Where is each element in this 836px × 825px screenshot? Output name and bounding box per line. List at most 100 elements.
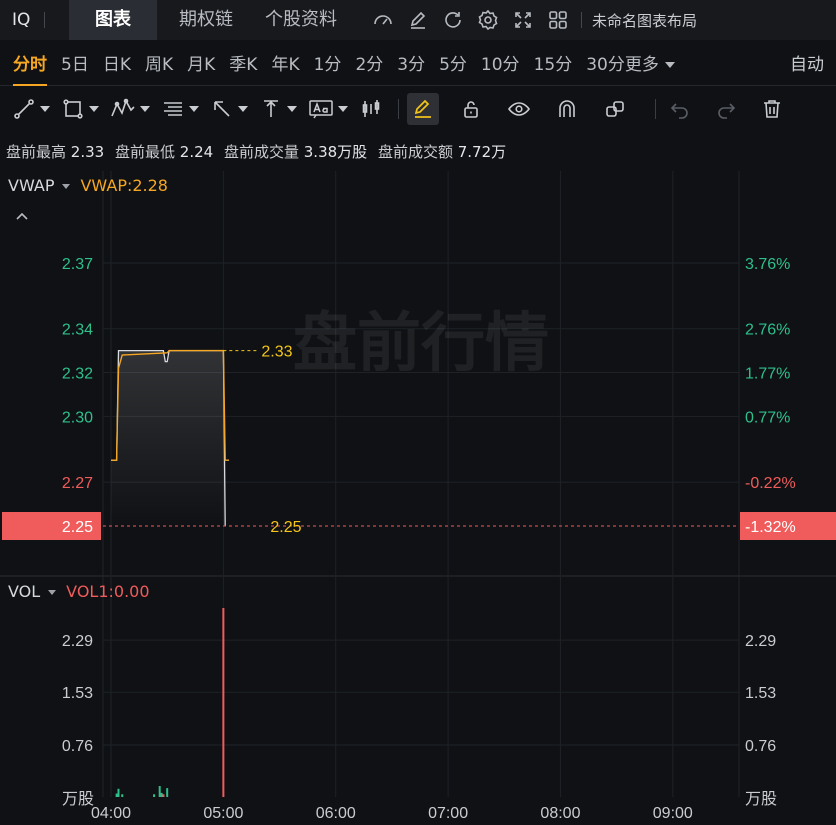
period-tab-year[interactable]: 年K — [264, 50, 306, 75]
layout-name[interactable]: 未命名图表布局 — [592, 10, 697, 31]
y-tick-label: 2.34 — [62, 322, 93, 339]
current-pct-value: -1.32% — [745, 519, 796, 536]
period-tab-3m[interactable]: 3分 — [390, 50, 432, 75]
chevron-down-icon — [238, 106, 248, 112]
pattern-tool-icon — [111, 98, 135, 117]
period-bar: 分时 5日 日K 周K 月K 季K 年K 1分 2分 3分 5分 10分 15分… — [0, 40, 836, 86]
stat-label: 盘前成交量 — [223, 143, 299, 161]
period-tab-quarter[interactable]: 季K — [222, 50, 264, 75]
pencil-button[interactable] — [407, 93, 439, 125]
volume-unit-label: 万股 — [62, 789, 94, 808]
price-indicator-legend[interactable]: VWAP VWAP:2.28 — [8, 176, 168, 195]
stat-label: 盘前成交额 — [377, 143, 453, 161]
pct-tick-label: 0.77% — [745, 409, 790, 426]
period-tab-day[interactable]: 日K — [96, 50, 138, 75]
volume-bar — [117, 788, 120, 797]
volume-tick-label-right: 2.29 — [745, 633, 776, 650]
magnet-icon — [559, 100, 575, 117]
x-tick-label: 07:00 — [428, 805, 468, 822]
y-tick-label: 2.27 — [62, 475, 93, 492]
visibility-button[interactable] — [503, 93, 535, 125]
x-tick-label: 09:00 — [653, 805, 693, 822]
auto-scale-button[interactable]: 自动 — [790, 50, 824, 75]
pct-tick-label: 2.76% — [745, 322, 790, 339]
volume-bar — [153, 794, 156, 797]
premarket-stats: 盘前最高 2.33 盘前最低 2.24 盘前成交量 3.38万股 盘前成交额 7… — [6, 141, 512, 162]
stat-value: 3.38万股 — [303, 143, 368, 161]
intraday-chart[interactable]: 04:00 05:00 06:00 07:00 08:00 09:00 2.37 3.76% 2… — [0, 170, 836, 825]
symbol-label[interactable]: IQ — [0, 10, 44, 30]
undo-button[interactable] — [664, 93, 696, 125]
tab-chart[interactable]: 图表 — [69, 0, 157, 40]
volume-bar — [166, 788, 169, 797]
undo-icon — [670, 103, 688, 119]
fullscreen-icon[interactable] — [505, 0, 540, 40]
redo-button[interactable] — [710, 93, 742, 125]
chevron-down-icon — [664, 62, 675, 68]
chevron-down-icon — [62, 184, 71, 189]
collapse-icon[interactable] — [14, 208, 30, 224]
line-tool[interactable] — [12, 93, 50, 125]
volume-tick-label: 0.76 — [62, 738, 93, 755]
indicator-icon[interactable] — [365, 0, 400, 40]
volume-bar — [162, 794, 165, 797]
magnet-button[interactable] — [551, 93, 583, 125]
stat-value: 7.72万 — [457, 143, 507, 161]
rectangle-tool[interactable] — [61, 93, 99, 125]
volume-value: VOL1:0.00 — [66, 582, 150, 601]
period-tab-week[interactable]: 周K — [138, 50, 180, 75]
high-price-label: 2.33 — [261, 344, 292, 361]
link-icon — [606, 101, 624, 117]
period-tab-30m[interactable]: 30分 — [579, 50, 625, 75]
period-tab-intraday[interactable]: 分时 — [6, 50, 54, 86]
settings-icon[interactable] — [470, 0, 505, 40]
volume-bar — [160, 792, 163, 797]
more-label: 更多 — [624, 55, 659, 75]
period-tab-2m[interactable]: 2分 — [348, 50, 390, 75]
bar-tool-icon — [362, 100, 380, 117]
divider — [655, 99, 656, 119]
refresh-icon[interactable] — [435, 0, 470, 40]
link-button[interactable] — [599, 93, 631, 125]
volume-bar — [121, 794, 124, 797]
fibonacci-tool[interactable] — [161, 93, 199, 125]
pattern-tool[interactable] — [110, 93, 150, 125]
period-tab-15m[interactable]: 15分 — [527, 50, 580, 75]
watermark: 盘前行情 — [293, 307, 549, 381]
y-tick-label: 2.30 — [62, 409, 93, 426]
period-tab-10m[interactable]: 10分 — [474, 50, 527, 75]
current-price-value: 2.25 — [62, 519, 93, 536]
x-tick-label: 04:00 — [91, 805, 131, 822]
period-tab-1m[interactable]: 1分 — [307, 50, 349, 75]
chevron-down-icon — [40, 106, 50, 112]
volume-indicator-legend[interactable]: VOL VOL1:0.00 — [8, 582, 150, 601]
tab-option-chain[interactable]: 期权链 — [157, 0, 255, 40]
x-tick-label: 08:00 — [540, 805, 580, 822]
x-tick-label: 06:00 — [316, 805, 356, 822]
grid-layout-icon[interactable] — [540, 0, 575, 40]
volume-bar — [222, 608, 225, 797]
period-tab-5d[interactable]: 5日 — [54, 50, 96, 75]
more-periods-dropdown[interactable]: 更多 — [625, 50, 682, 75]
bar-tool[interactable] — [359, 93, 383, 125]
trash-icon — [764, 100, 780, 118]
arrow-tool-icon — [214, 101, 230, 117]
period-tab-5m[interactable]: 5分 — [432, 50, 474, 75]
y-tick-label: 2.37 — [62, 256, 93, 273]
divider — [44, 12, 45, 28]
volume-bar — [115, 793, 118, 797]
tab-stock-profile[interactable]: 个股资料 — [255, 0, 347, 40]
lock-button[interactable] — [455, 93, 487, 125]
pencil-icon — [414, 99, 431, 118]
pct-tick-label: -0.22% — [745, 475, 796, 492]
edit-icon[interactable] — [400, 0, 435, 40]
volume-tick-label: 2.29 — [62, 633, 93, 650]
volume-tick-label-right: 1.53 — [745, 685, 776, 702]
arrow-tool[interactable] — [210, 93, 248, 125]
measure-tool[interactable] — [259, 93, 297, 125]
text-tool[interactable] — [308, 93, 348, 125]
chevron-down-icon — [189, 106, 199, 112]
period-tab-month[interactable]: 月K — [180, 50, 222, 75]
delete-button[interactable] — [756, 93, 788, 125]
y-tick-label: 2.32 — [62, 366, 93, 383]
